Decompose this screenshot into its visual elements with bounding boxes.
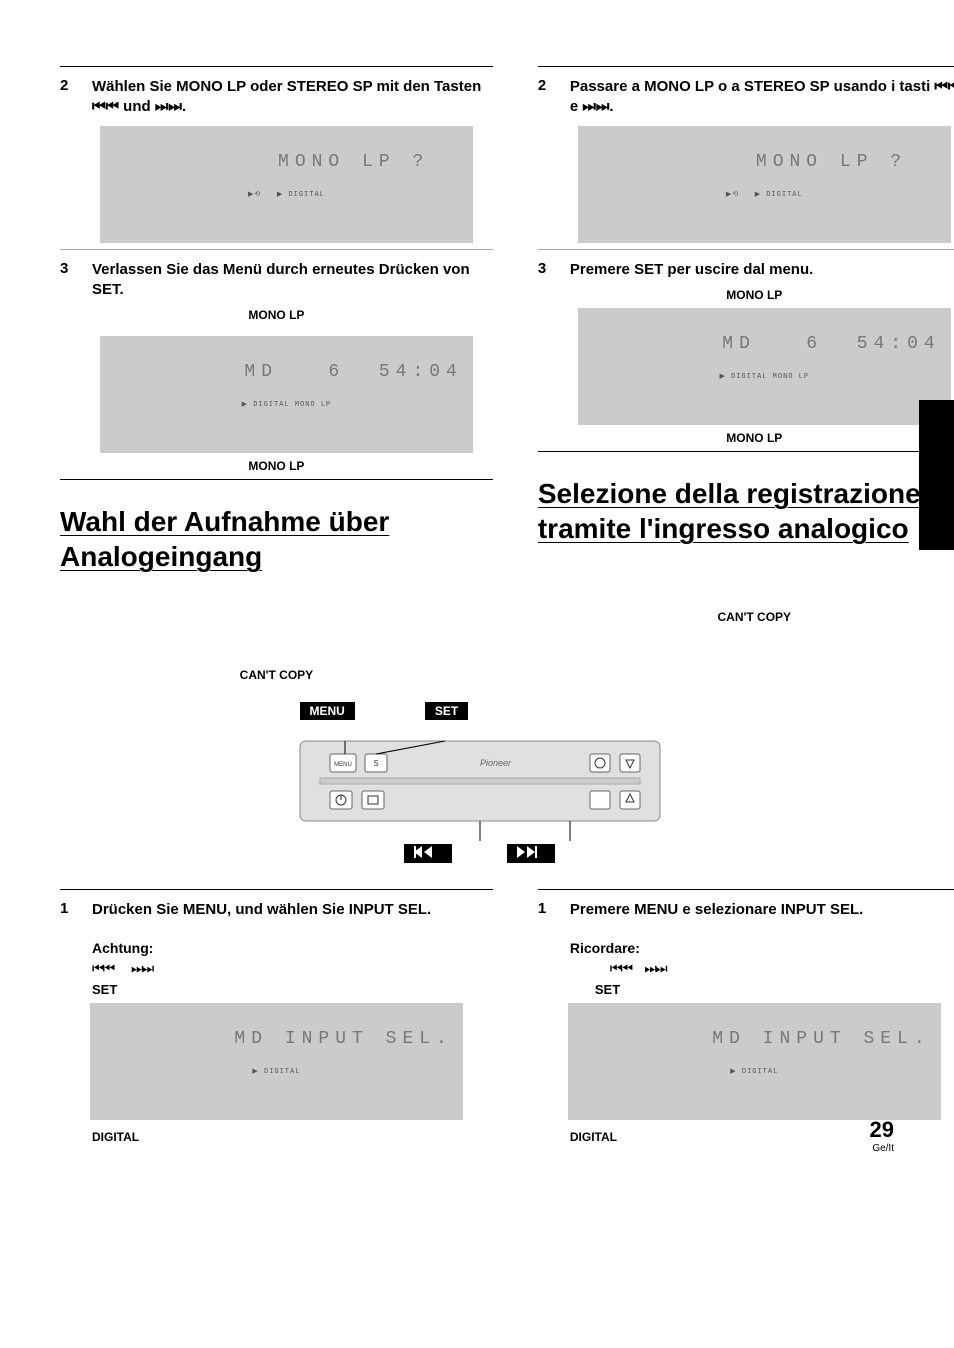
lcd-indicators: ▶ DIGITAL MONO LP bbox=[110, 400, 463, 411]
step-text: Wählen Sie MONO LP oder STEREO SP mit de… bbox=[92, 77, 493, 118]
skip-next-callout bbox=[507, 844, 555, 863]
left-column-bottom: 1 Drücken Sie MENU, und wählen Sie INPUT… bbox=[60, 883, 493, 1144]
section-heading-left: Wahl der Aufnahme über Analogeingang bbox=[60, 504, 493, 574]
step-text: Premere MENU e selezionare INPUT SEL. bbox=[570, 900, 954, 920]
mono-lp-caption: MONO LP bbox=[538, 431, 954, 445]
skip-prev-icon bbox=[414, 846, 442, 858]
lcd-display: MONO LP ? ▶⟲ ▶ DIGITAL bbox=[100, 126, 473, 243]
skip-prev-icon: ⏮⏮ bbox=[92, 960, 113, 977]
lcd-indicators: ▶⟲ ▶ DIGITAL bbox=[110, 190, 463, 201]
set-label-callout: SET bbox=[425, 702, 468, 720]
mono-lp-caption: MONO LP bbox=[60, 308, 493, 322]
step-text: Verlassen Sie das Menü durch erneutes Dr… bbox=[92, 260, 493, 301]
section-heading-right: Selezione della registrazione tramite l'… bbox=[538, 476, 954, 546]
skip-prev-callout bbox=[404, 844, 452, 863]
lcd-display: MD 6 54:04 ▶ DIGITAL MONO LP bbox=[100, 336, 473, 453]
set-label: SET bbox=[595, 982, 954, 997]
right-column-bottom: 1 Premere MENU e selezionare INPUT SEL. … bbox=[538, 883, 954, 1144]
mono-lp-caption: MONO LP bbox=[60, 459, 493, 473]
lcd-text: MD 6 54:04 bbox=[244, 362, 462, 382]
lcd-indicators: ▶ DIGITAL MONO LP bbox=[588, 372, 941, 383]
digital-label: DIGITAL bbox=[92, 1130, 493, 1144]
svg-text:MENU: MENU bbox=[334, 762, 352, 768]
set-label: SET bbox=[92, 982, 493, 997]
step-text: Premere SET per uscire dal menu. bbox=[570, 260, 954, 280]
svg-text:S: S bbox=[373, 759, 378, 768]
lcd-text: MONO LP ? bbox=[756, 152, 907, 172]
cant-copy-label: CAN'T COPY bbox=[60, 668, 493, 682]
step-3-right: 3 Premere SET per uscire dal menu. bbox=[538, 260, 954, 280]
lcd-display: MD INPUT SEL. ▶ DIGITAL bbox=[568, 1003, 941, 1120]
step-text: Passare a MONO LP o a STEREO SP usando i… bbox=[570, 77, 954, 118]
step-1-right: 1 Premere MENU e selezionare INPUT SEL. bbox=[538, 900, 954, 920]
remote-button-labels: MENU SET bbox=[300, 702, 680, 720]
ricordare-label: Ricordare: bbox=[570, 940, 954, 956]
step-1-left: 1 Drücken Sie MENU, und wählen Sie INPUT… bbox=[60, 900, 493, 920]
skip-next-icon bbox=[517, 846, 545, 858]
lang-code: Ge/It bbox=[870, 1143, 894, 1154]
skip-icons-row: ⏮⏮ ⏭⏭ bbox=[92, 960, 493, 978]
lcd-text: MD INPUT SEL. bbox=[234, 1029, 452, 1049]
rule bbox=[538, 249, 954, 250]
side-tab-marker bbox=[919, 400, 954, 550]
top-columns: 2 Wählen Sie MONO LP oder STEREO SP mit … bbox=[60, 60, 899, 682]
rule bbox=[538, 889, 954, 890]
step-2-right: 2 Passare a MONO LP o a STEREO SP usando… bbox=[538, 77, 954, 118]
rule bbox=[538, 451, 954, 452]
step-number: 1 bbox=[60, 900, 78, 920]
lcd-text: MD INPUT SEL. bbox=[712, 1029, 930, 1049]
skip-icons-row: ⏮⏮ ⏭⏭ bbox=[610, 960, 954, 978]
step-text: Drücken Sie MENU, und wählen Sie INPUT S… bbox=[92, 900, 493, 920]
skip-next-icon: ⏭⏭ bbox=[644, 960, 665, 977]
lcd-indicators: ▶ DIGITAL bbox=[100, 1067, 453, 1078]
page-number: 29 bbox=[870, 1117, 894, 1143]
step-number: 1 bbox=[538, 900, 556, 920]
page-footer: 29 Ge/It bbox=[870, 1117, 894, 1154]
lcd-indicators: ▶ DIGITAL bbox=[578, 1067, 931, 1078]
lcd-display: MD 6 54:04 ▶ DIGITAL MONO LP bbox=[578, 308, 951, 425]
bottom-columns: 1 Drücken Sie MENU, und wählen Sie INPUT… bbox=[60, 883, 899, 1144]
digital-label: DIGITAL bbox=[570, 1130, 954, 1144]
cant-copy-label: CAN'T COPY bbox=[538, 610, 954, 624]
lcd-text: MONO LP ? bbox=[278, 152, 429, 172]
step-number: 2 bbox=[538, 77, 556, 118]
lcd-display: MD INPUT SEL. ▶ DIGITAL bbox=[90, 1003, 463, 1120]
step-2-left: 2 Wählen Sie MONO LP oder STEREO SP mit … bbox=[60, 77, 493, 118]
mono-lp-caption: MONO LP bbox=[538, 288, 954, 302]
skip-prev-icon: ⏮⏮ bbox=[610, 960, 631, 977]
lcd-display: MONO LP ? ▶⟲ ▶ DIGITAL bbox=[578, 126, 951, 243]
rule bbox=[60, 249, 493, 250]
page: 2 Wählen Sie MONO LP oder STEREO SP mit … bbox=[0, 0, 954, 1184]
remote-skip-labels bbox=[280, 844, 680, 863]
rule bbox=[60, 889, 493, 890]
step-number: 3 bbox=[538, 260, 556, 280]
remote-diagram: MENU SET MENU S Pioneer bbox=[280, 702, 680, 863]
svg-text:Pioneer: Pioneer bbox=[480, 758, 512, 768]
step-number: 2 bbox=[60, 77, 78, 118]
rule bbox=[60, 66, 493, 67]
step-3-left: 3 Verlassen Sie das Menü durch erneutes … bbox=[60, 260, 493, 301]
right-column: 2 Passare a MONO LP o a STEREO SP usando… bbox=[538, 60, 954, 682]
menu-label-callout: MENU bbox=[300, 702, 355, 720]
note-block: Achtung: ⏮⏮ ⏭⏭ SET bbox=[92, 940, 493, 997]
left-column: 2 Wählen Sie MONO LP oder STEREO SP mit … bbox=[60, 60, 493, 682]
skip-next-icon: ⏭⏭ bbox=[131, 960, 152, 977]
lcd-text: MD 6 54:04 bbox=[722, 334, 940, 354]
lcd-indicators: ▶⟲ ▶ DIGITAL bbox=[588, 190, 941, 201]
note-block: Ricordare: ⏮⏮ ⏭⏭ SET bbox=[570, 940, 954, 997]
rule bbox=[60, 479, 493, 480]
rule bbox=[538, 66, 954, 67]
achtung-label: Achtung: bbox=[92, 940, 493, 956]
remote-svg: MENU S Pioneer bbox=[290, 726, 670, 856]
step-number: 3 bbox=[60, 260, 78, 301]
